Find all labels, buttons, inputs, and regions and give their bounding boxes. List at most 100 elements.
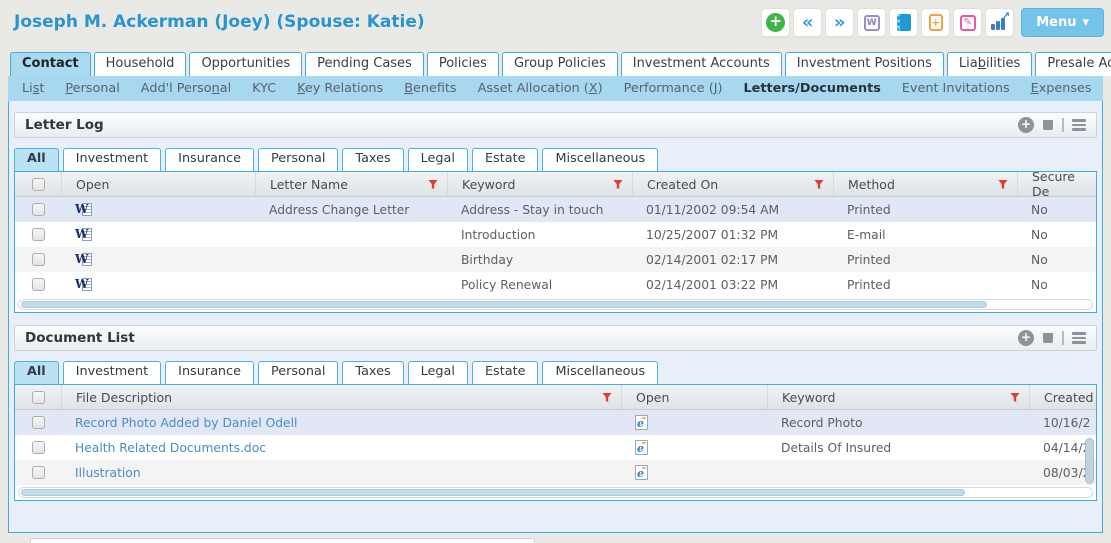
document-filter-insurance[interactable]: Insurance [165, 361, 254, 384]
table-row[interactable]: W Birthday 02/14/2001 02:17 PM Printed N… [15, 247, 1096, 272]
document-filter-taxes[interactable]: Taxes [342, 361, 403, 384]
word-document-icon[interactable]: W [75, 252, 92, 268]
subnav-expenses[interactable]: Expenses [1031, 81, 1092, 96]
previous-record-button[interactable]: « [793, 8, 822, 37]
document-add-icon[interactable]: + [1018, 330, 1034, 346]
table-row[interactable]: Illustration e 08/03/2 [15, 460, 1096, 485]
add-record-button[interactable]: + [761, 8, 790, 37]
notebook-button[interactable] [889, 8, 918, 37]
subnav-event-invitations[interactable]: Event Invitations [902, 81, 1010, 96]
document-filter-investment[interactable]: Investment [63, 361, 161, 384]
tab-pending-cases[interactable]: Pending Cases [305, 52, 424, 76]
row-checkbox[interactable] [32, 416, 45, 429]
column-secure-delivery[interactable]: Secure De [1017, 172, 1096, 196]
scrollbar-thumb[interactable] [21, 301, 987, 308]
scrollbar-thumb[interactable] [21, 489, 965, 496]
tab-liabilities[interactable]: Liabilities [947, 52, 1032, 76]
table-row[interactable]: Record Photo Added by Daniel Odell e Rec… [15, 410, 1096, 435]
row-checkbox[interactable] [32, 441, 45, 454]
column-open[interactable]: Open [621, 385, 767, 409]
tab-policies[interactable]: Policies [427, 52, 499, 76]
tab-opportunities[interactable]: Opportunities [189, 52, 302, 76]
next-icon: » [834, 14, 846, 32]
word-letter-button[interactable]: W [857, 8, 886, 37]
row-checkbox[interactable] [32, 466, 45, 479]
subnav-benefits[interactable]: Benefits [404, 81, 456, 96]
column-method[interactable]: Method [833, 172, 1017, 196]
letter-list-menu-icon[interactable] [1072, 117, 1086, 133]
column-letter-name[interactable]: Letter Name [255, 172, 447, 196]
row-checkbox[interactable] [32, 253, 45, 266]
column-keyword[interactable]: Keyword [767, 385, 1029, 409]
menu-button[interactable]: Menu ▾ [1021, 8, 1104, 37]
filter-funnel-icon[interactable] [602, 393, 612, 402]
browser-document-icon[interactable]: e [635, 465, 648, 480]
select-all-checkbox[interactable] [32, 391, 45, 404]
document-filter-estate[interactable]: Estate [472, 361, 539, 384]
browser-document-icon[interactable]: e [635, 415, 648, 430]
filter-funnel-icon[interactable] [613, 180, 623, 189]
subnav-key-relations[interactable]: Key Relations [297, 81, 383, 96]
letter-horizontal-scrollbar[interactable] [18, 299, 1093, 310]
filter-funnel-icon[interactable] [428, 180, 438, 189]
letter-filter-investment[interactable]: Investment [63, 148, 161, 171]
row-checkbox[interactable] [32, 278, 45, 291]
filter-funnel-icon[interactable] [998, 180, 1008, 189]
table-row[interactable]: Health Related Documents.doc e Details O… [15, 435, 1096, 460]
chart-trend-button[interactable]: ↗ [985, 8, 1014, 37]
file-description-link[interactable]: Illustration [61, 460, 621, 485]
subnav-addl-personal[interactable]: Add'l Personal [141, 81, 231, 96]
document-list-menu-icon[interactable] [1072, 330, 1086, 346]
column-keyword[interactable]: Keyword [447, 172, 632, 196]
table-row[interactable]: W Introduction 10/25/2007 01:32 PM E-mai… [15, 222, 1096, 247]
file-description-link[interactable]: Record Photo Added by Daniel Odell [61, 410, 621, 435]
column-file-description[interactable]: File Description [61, 385, 621, 409]
tab-contact[interactable]: Contact [10, 52, 91, 76]
letter-filter-all[interactable]: All [14, 148, 59, 171]
letter-filter-miscellaneous[interactable]: Miscellaneous [542, 148, 658, 171]
document-delete-icon[interactable] [1042, 333, 1054, 343]
filter-funnel-icon[interactable] [814, 180, 824, 189]
file-description-link[interactable]: Health Related Documents.doc [61, 435, 621, 460]
word-document-icon[interactable]: W [75, 227, 92, 243]
tab-investment-positions[interactable]: Investment Positions [785, 52, 944, 76]
row-checkbox[interactable] [32, 203, 45, 216]
document-horizontal-scrollbar[interactable] [18, 487, 1093, 498]
subnav-kyc[interactable]: KYC [252, 81, 276, 96]
table-row[interactable]: W Policy Renewal 02/14/2001 03:22 PM Pri… [15, 272, 1096, 297]
word-document-icon[interactable]: W [75, 277, 92, 293]
add-document-button[interactable]: + [921, 8, 950, 37]
subnav-asset-allocation[interactable]: Asset Allocation (X) [478, 81, 603, 96]
document-filter-miscellaneous[interactable]: Miscellaneous [542, 361, 658, 384]
letter-filter-estate[interactable]: Estate [472, 148, 539, 171]
subnav-personal[interactable]: Personal [65, 81, 119, 96]
column-created-on[interactable]: Created On [632, 172, 833, 196]
letter-filter-insurance[interactable]: Insurance [165, 148, 254, 171]
document-filter-legal[interactable]: Legal [408, 361, 468, 384]
subnav-performance[interactable]: Performance (J) [624, 81, 723, 96]
letter-delete-icon[interactable] [1042, 120, 1054, 130]
subnav-letters-documents[interactable]: Letters/Documents [744, 81, 881, 96]
compose-edit-button[interactable]: ✎ [953, 8, 982, 37]
row-checkbox[interactable] [32, 228, 45, 241]
letter-filter-taxes[interactable]: Taxes [342, 148, 403, 171]
tab-household[interactable]: Household [94, 52, 187, 76]
document-filter-all[interactable]: All [14, 361, 59, 384]
tab-group-policies[interactable]: Group Policies [502, 52, 618, 76]
filter-funnel-icon[interactable] [1010, 393, 1020, 402]
table-row[interactable]: W Address Change Letter Address - Stay i… [15, 197, 1096, 222]
next-record-button[interactable]: » [825, 8, 854, 37]
letter-add-icon[interactable]: + [1018, 117, 1034, 133]
select-all-checkbox[interactable] [32, 178, 45, 191]
tab-presale-activity-proposals[interactable]: Presale Activity/Proposals [1035, 52, 1111, 76]
browser-document-icon[interactable]: e [635, 440, 648, 455]
word-document-icon[interactable]: W [75, 202, 92, 218]
column-open[interactable]: Open [61, 172, 255, 196]
document-vertical-scrollbar[interactable] [1085, 438, 1094, 484]
letter-filter-legal[interactable]: Legal [408, 148, 468, 171]
letter-filter-personal[interactable]: Personal [258, 148, 338, 171]
column-created[interactable]: Created [1029, 385, 1096, 409]
subnav-list[interactable]: List [22, 81, 44, 96]
document-filter-personal[interactable]: Personal [258, 361, 338, 384]
tab-investment-accounts[interactable]: Investment Accounts [621, 52, 782, 76]
